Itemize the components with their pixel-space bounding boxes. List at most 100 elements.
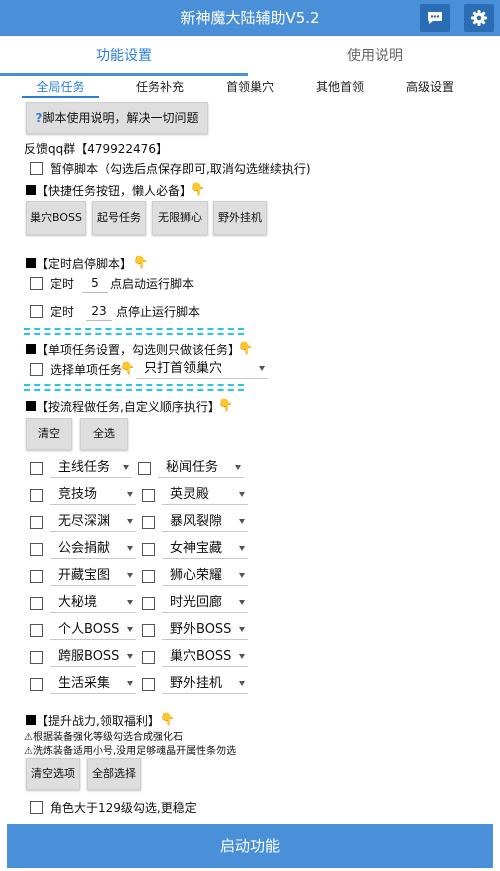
chevron-down-icon [127, 654, 133, 659]
flow-left-checkbox[interactable] [30, 570, 43, 583]
flow-right-select[interactable]: 英灵殿 [162, 485, 248, 505]
flow-right-select[interactable]: 狮心荣耀 [162, 566, 248, 586]
flow-clear-button[interactable]: 清空 [26, 418, 72, 450]
help-button[interactable]: ?脚本使用说明，解决一切问题 [26, 102, 208, 134]
flow-right-select[interactable]: 秘闻任务 [158, 458, 244, 478]
pause-checkbox[interactable] [30, 162, 43, 175]
flow-right-checkbox[interactable] [142, 678, 155, 691]
timer-stop-suffix: 点停止运行脚本 [116, 305, 201, 319]
chevron-down-icon [239, 492, 245, 497]
flow-right-option: 女神宝藏 [170, 541, 223, 556]
flow-left-select[interactable]: 生活采集 [50, 674, 136, 694]
flow-left-select[interactable]: 大秘境 [50, 593, 136, 613]
flow-left-checkbox[interactable] [30, 516, 43, 529]
flow-left-select[interactable]: 竞技场 [50, 485, 136, 505]
flow-left-checkbox[interactable] [30, 597, 43, 610]
chevron-down-icon [239, 546, 245, 551]
timer-stop-input[interactable]: 23 [86, 301, 112, 321]
flow-left-select[interactable]: 公会捐献 [50, 539, 136, 559]
quick-boss-nest-button[interactable]: 巢穴BOSS [26, 201, 86, 235]
flow-left-checkbox[interactable] [30, 543, 43, 556]
flow-left-checkbox[interactable] [30, 651, 43, 664]
settings-button[interactable] [464, 4, 494, 32]
quick-afk-button[interactable]: 野外挂机 [213, 201, 267, 235]
flow-left-option: 个人BOSS [58, 622, 120, 637]
subtab-advanced[interactable]: 高级设置 [390, 76, 470, 100]
chevron-down-icon [239, 627, 245, 632]
flow-right-checkbox[interactable] [138, 462, 151, 475]
flow-right-option: 狮心荣耀 [170, 568, 223, 583]
chevron-down-icon [235, 465, 241, 470]
pointing-hand-icon: 👇 [190, 182, 205, 196]
level-checkbox[interactable] [30, 801, 43, 814]
tab-usage-guide[interactable]: 使用说明 [250, 36, 500, 76]
flow-left-select[interactable]: 无尽深渊 [50, 512, 136, 532]
flow-right-checkbox[interactable] [142, 570, 155, 583]
section-marker [26, 344, 36, 354]
flow-left-select[interactable]: 个人BOSS [50, 620, 136, 640]
chevron-down-icon [127, 627, 133, 632]
subtab-other-boss[interactable]: 其他首领 [300, 76, 380, 100]
timer-stop-checkbox[interactable] [30, 305, 43, 318]
chevron-down-icon [127, 681, 133, 686]
flow-left-checkbox[interactable] [30, 462, 43, 475]
timer-start-input[interactable]: 5 [82, 273, 108, 293]
flow-title: 【按流程做任务,自定义顺序执行】 [36, 400, 220, 414]
single-task-select[interactable]: 只打首领巢穴 [136, 359, 268, 379]
flow-left-checkbox[interactable] [30, 678, 43, 691]
pointing-hand-icon: 👇 [120, 361, 135, 375]
flow-right-checkbox[interactable] [142, 489, 155, 502]
flow-right-select[interactable]: 暴风裂隙 [162, 512, 248, 532]
flow-left-option: 主线任务 [58, 460, 111, 475]
single-task-checkbox[interactable] [30, 363, 43, 376]
flow-right-select[interactable]: 野外挂机 [162, 674, 248, 694]
chevron-down-icon [127, 600, 133, 605]
tab-function-settings[interactable]: 功能设置 [0, 36, 248, 76]
boost-clear-button[interactable]: 清空选项 [26, 758, 80, 790]
timer-start-suffix: 点启动运行脚本 [110, 277, 195, 291]
quick-lionheart-button[interactable]: 无限狮心 [152, 201, 208, 235]
chevron-down-icon [259, 366, 265, 371]
chevron-down-icon [239, 519, 245, 524]
chevron-down-icon [239, 654, 245, 659]
pointing-hand-icon: 👇 [133, 255, 148, 269]
flow-right-checkbox[interactable] [142, 597, 155, 610]
flow-left-option: 竞技场 [58, 487, 98, 502]
flow-right-select[interactable]: 巢穴BOSS [162, 647, 248, 667]
flow-right-checkbox[interactable] [142, 651, 155, 664]
subtab-supplement[interactable]: 任务补充 [120, 76, 200, 100]
timer-start-checkbox[interactable] [30, 277, 43, 290]
flow-left-select[interactable]: 开藏宝图 [50, 566, 136, 586]
single-task-selected: 只打首领巢穴 [144, 361, 223, 376]
flow-left-checkbox[interactable] [30, 489, 43, 502]
flow-select-all-button[interactable]: 全选 [80, 418, 128, 450]
flow-left-option: 公会捐献 [58, 541, 111, 556]
chat-button[interactable] [420, 4, 450, 32]
flow-right-select[interactable]: 野外BOSS [162, 620, 248, 640]
flow-left-checkbox[interactable] [30, 624, 43, 637]
flow-right-checkbox[interactable] [142, 543, 155, 556]
title-bar: 新神魔大陆辅助V5.2 [0, 0, 500, 36]
flow-right-option: 巢穴BOSS [170, 649, 232, 664]
main-tabs: 功能设置 使用说明 [0, 36, 500, 76]
flow-right-option: 野外挂机 [170, 676, 223, 691]
level-label: 角色大于129级勾选,更稳定 [50, 801, 197, 815]
flow-right-select[interactable]: 时光回廊 [162, 593, 248, 613]
flow-left-select[interactable]: 主线任务 [50, 458, 132, 478]
chevron-down-icon [127, 573, 133, 578]
flow-left-select[interactable]: 跨服BOSS [50, 647, 136, 667]
start-button[interactable]: 启动功能 [7, 824, 493, 868]
flow-right-checkbox[interactable] [142, 624, 155, 637]
boost-select-all-button[interactable]: 全部选择 [87, 758, 141, 790]
flow-right-checkbox[interactable] [142, 516, 155, 529]
flow-right-option: 野外BOSS [170, 622, 232, 637]
section-marker [26, 401, 36, 411]
subtab-boss-nest[interactable]: 首领巢穴 [210, 76, 290, 100]
chevron-down-icon [127, 546, 133, 551]
divider [24, 384, 244, 386]
quick-new-account-button[interactable]: 起号任务 [92, 201, 146, 235]
chevron-down-icon [239, 681, 245, 686]
pointing-hand-icon: 👇 [238, 341, 253, 355]
flow-right-select[interactable]: 女神宝藏 [162, 539, 248, 559]
chevron-down-icon [239, 600, 245, 605]
